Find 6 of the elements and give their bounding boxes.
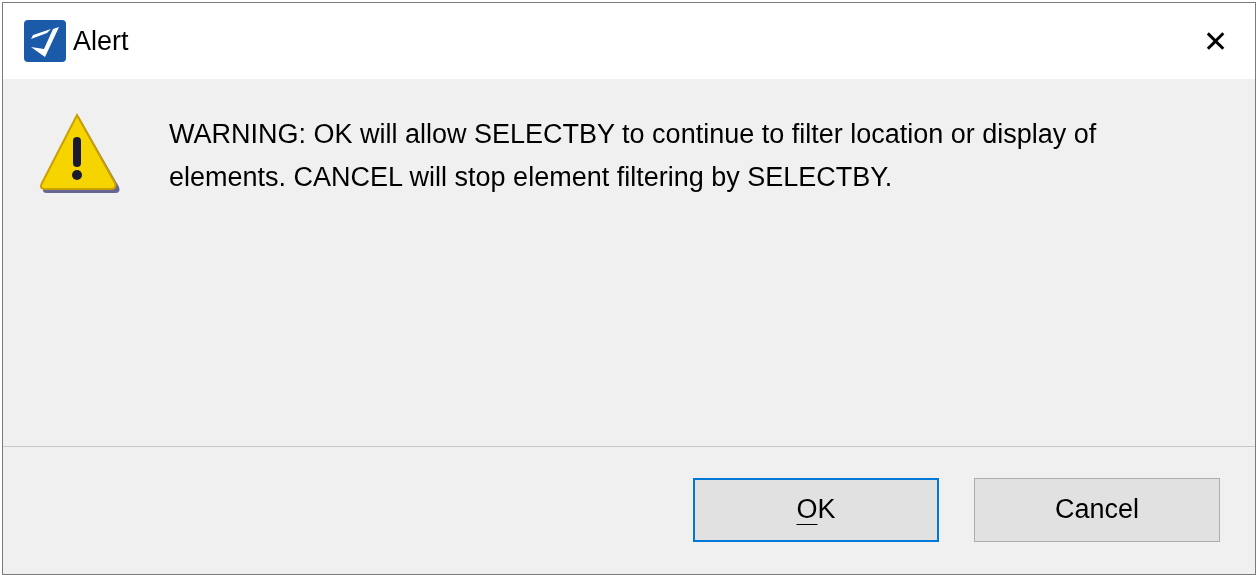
dialog-button[interactable]: OK xyxy=(693,477,939,542)
window-title: Alert xyxy=(73,24,129,58)
close-button[interactable]: ✕ xyxy=(1185,11,1245,71)
warning-message: WARNING: OK will allow SELECTBY to continue to filter location or display of elements. CANCEL will stop element filtering by SELECTBY. xyxy=(169,118,1098,194)
app-logo-icon xyxy=(23,19,67,63)
dialog-button[interactable]: Cancel xyxy=(974,477,1220,542)
